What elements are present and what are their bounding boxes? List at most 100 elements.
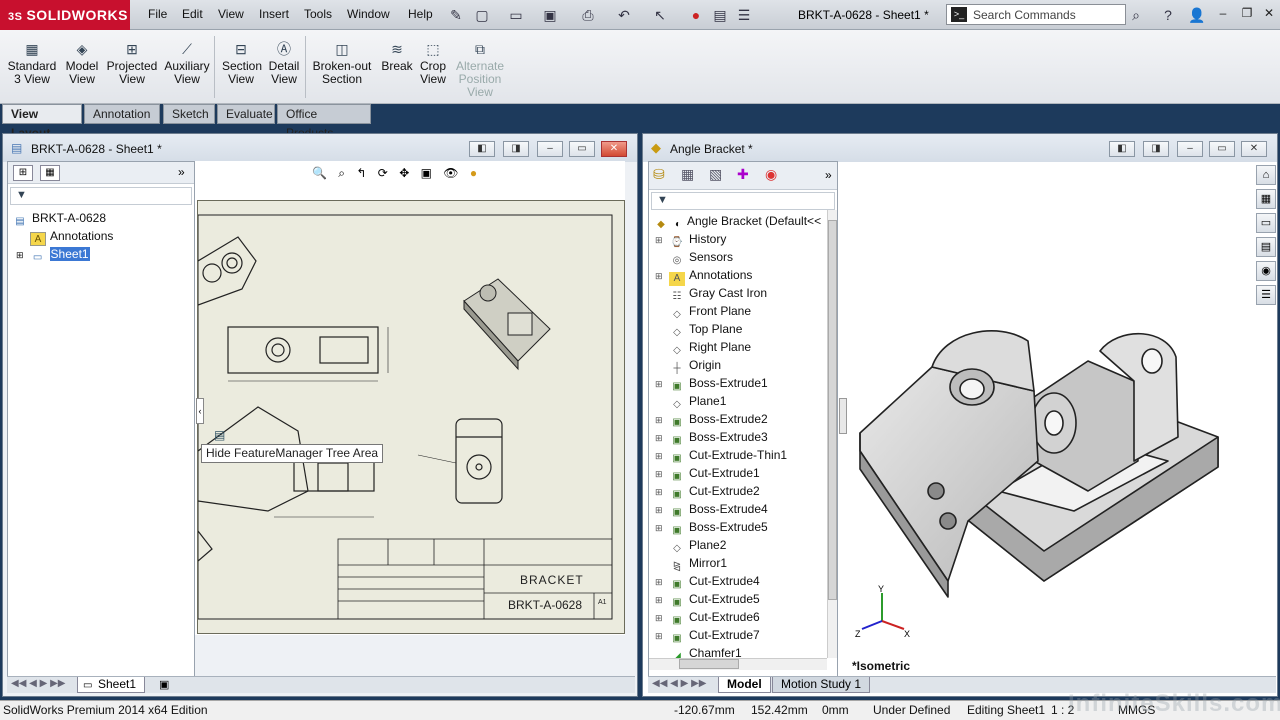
expand-icon[interactable]: ⊞ (655, 501, 669, 519)
expand-icon[interactable]: ⊞ (16, 250, 24, 260)
configuration-manager-tab-icon[interactable]: ▧ (709, 166, 722, 183)
tree-item-cut-extrude5[interactable]: ⊞ ▣ Cut-Extrude5 (655, 590, 837, 608)
search-commands-input[interactable]: >_ Search Commands (946, 4, 1126, 25)
add-sheet-icon[interactable]: ▣ (159, 678, 169, 691)
tree-item-sensors[interactable]: ◎ Sensors (655, 248, 837, 266)
display-manager-tab-icon[interactable]: ◉ (765, 166, 777, 183)
tab-view-layout[interactable]: View Layout (2, 104, 82, 140)
window-minimize-button[interactable]: – (1177, 141, 1203, 157)
window-minimize-button[interactable]: – (537, 141, 563, 157)
tree-item-cut-extrude-thin1[interactable]: ⊞ ▣ Cut-Extrude-Thin1 (655, 446, 837, 464)
model-viewport[interactable]: Y X Z *Isometric (848, 161, 1254, 675)
hide-show-icon[interactable]: 👁 (443, 166, 458, 180)
pin-icon[interactable]: ✎ (448, 7, 464, 23)
panel-splitter-handle[interactable] (839, 398, 847, 434)
section-view-button[interactable]: ⊟ Section View (222, 40, 262, 86)
undo-icon[interactable]: ↶ (616, 7, 632, 23)
select-icon[interactable]: ↖ (652, 7, 668, 23)
expand-icon[interactable]: ⊞ (655, 231, 669, 249)
sheet-tab[interactable]: ▭ Sheet1 (77, 677, 146, 693)
window-maximize-button[interactable]: ▭ (1209, 141, 1235, 157)
tab-annotation[interactable]: Annotation (84, 104, 160, 124)
tree-item-annotations[interactable]: ⊞ A Annotations (655, 266, 837, 286)
tree-toggle-icon[interactable]: ▤ (214, 428, 225, 442)
restore-button[interactable]: ❐ (1236, 6, 1258, 22)
tile-right-button[interactable]: ◨ (1143, 141, 1169, 157)
tree-item-sheet1[interactable]: ⊞ ▭ Sheet1 (12, 245, 194, 263)
solidworks-logo[interactable]: 3S SOLIDWORKS (0, 0, 130, 30)
model-nav-arrows[interactable]: ◀◀ ◀ ▶ ▶▶ (652, 678, 706, 689)
menu-help[interactable]: Help (408, 7, 433, 21)
tree-item-right-plane[interactable]: ◇ Right Plane (655, 338, 837, 356)
tree-item-gray-cast-iron[interactable]: ☷ Gray Cast Iron (655, 284, 837, 302)
tree-item-brkt-a-0628[interactable]: ▤ BRKT-A-0628 (12, 209, 194, 227)
standard-3-view-button[interactable]: ▦ Standard 3 View (4, 40, 60, 86)
expand-icon[interactable]: ⊞ (655, 573, 669, 591)
expand-icon[interactable]: ⊞ (655, 519, 669, 537)
close-button[interactable]: ✕ (1258, 6, 1280, 22)
resources-icon[interactable]: ⌂ (1256, 165, 1276, 185)
help-icon[interactable]: ? (1160, 7, 1176, 23)
expand-icon[interactable]: ⊞ (655, 627, 669, 645)
expand-icon[interactable]: ⊞ (655, 447, 669, 465)
tree-item-origin[interactable]: ┼ Origin (655, 356, 837, 374)
detail-view-button[interactable]: Ⓐ Detail View (266, 40, 302, 86)
tab-motion-study-1[interactable]: Motion Study 1 (772, 677, 871, 693)
tree-item-history[interactable]: ⊞ ⌚ History (655, 230, 837, 248)
user-icon[interactable]: 👤 (1188, 7, 1205, 23)
broken-out-section-button[interactable]: ◫ Broken-out Section (310, 40, 374, 86)
pan-icon[interactable]: ✥ (399, 166, 409, 180)
tree-item-mirror1[interactable]: ⧎ Mirror1 (655, 554, 837, 572)
window-close-button[interactable]: ✕ (1241, 141, 1267, 157)
menu-view[interactable]: View (218, 7, 244, 21)
tree-item-boss-extrude2[interactable]: ⊞ ▣ Boss-Extrude2 (655, 410, 837, 428)
dimxpert-manager-tab-icon[interactable]: ✚ (737, 166, 749, 183)
menu-insert[interactable]: Insert (259, 7, 289, 21)
window-close-button[interactable]: ✕ (601, 141, 627, 157)
appearances-icon[interactable]: ◉ (1256, 261, 1276, 281)
tile-left-button[interactable]: ◧ (469, 141, 495, 157)
tree-item-front-plane[interactable]: ◇ Front Plane (655, 302, 837, 320)
hide-tree-area-handle[interactable]: ‹ (196, 398, 204, 424)
display-style-icon[interactable]: ▣ (421, 166, 432, 180)
rebuild-view-icon[interactable]: ⟳ (378, 166, 388, 180)
expand-icon[interactable]: ⊞ (655, 375, 669, 393)
tab-evaluate[interactable]: Evaluate (217, 104, 275, 124)
options-icon[interactable]: ☰ (736, 7, 752, 23)
save-icon[interactable]: ▣ (542, 7, 558, 23)
tile-right-button[interactable]: ◨ (503, 141, 529, 157)
tree-item-boss-extrude5[interactable]: ⊞ ▣ Boss-Extrude5 (655, 518, 837, 536)
expand-icon[interactable]: ⊞ (655, 267, 669, 285)
tree-item-cut-extrude1[interactable]: ⊞ ▣ Cut-Extrude1 (655, 464, 837, 482)
tree-item-cut-extrude7[interactable]: ⊞ ▣ Cut-Extrude7 (655, 626, 837, 644)
expand-icon[interactable]: ⊞ (655, 483, 669, 501)
search-icon[interactable]: ⌕ (1128, 7, 1144, 23)
zoom-to-area-icon[interactable]: ⌕ (338, 166, 345, 180)
tab-model[interactable]: Model (718, 677, 771, 693)
filter-icon[interactable]: ▼ (16, 189, 27, 201)
expand-icon[interactable]: ⊞ (655, 465, 669, 483)
zoom-to-fit-icon[interactable]: 🔍 (312, 166, 327, 180)
previous-view-icon[interactable]: ↰ (356, 166, 366, 180)
open-icon[interactable]: ▭ (508, 7, 524, 23)
design-library-icon[interactable]: ▦ (1256, 189, 1276, 209)
tree-item-top-plane[interactable]: ◇ Top Plane (655, 320, 837, 338)
tree-item-boss-extrude1[interactable]: ⊞ ▣ Boss-Extrude1 (655, 374, 837, 392)
expand-icon[interactable]: ⊞ (655, 411, 669, 429)
part-root-node[interactable]: ◆ ◐ Angle Bracket (Default<< (649, 212, 837, 230)
feature-manager-tab-icon[interactable]: ⛁ (653, 166, 665, 183)
property-manager-tab-icon[interactable]: ▦ (40, 165, 60, 181)
drawing-sheet[interactable]: BRACKET BRKT-A-0628 A1 (197, 200, 625, 634)
appearance-icon[interactable]: ● (470, 166, 477, 180)
view-palette-icon[interactable]: ▤ (1256, 237, 1276, 257)
break-button[interactable]: ≋ Break (380, 40, 414, 73)
crop-view-button[interactable]: ⬚ Crop View (416, 40, 450, 86)
projected-view-button[interactable]: ⊞ Projected View (105, 40, 159, 86)
model-view-button[interactable]: ◈ Model View (62, 40, 102, 86)
feature-manager-tab-icon[interactable]: ⊞ (13, 165, 33, 181)
print-icon[interactable]: ⎙ (580, 7, 596, 23)
expand-icon[interactable]: ⊞ (655, 429, 669, 447)
tree-item-plane1[interactable]: ◇ Plane1 (655, 392, 837, 410)
file-explorer-icon[interactable]: ▭ (1256, 213, 1276, 233)
tree-item-cut-extrude4[interactable]: ⊞ ▣ Cut-Extrude4 (655, 572, 837, 590)
